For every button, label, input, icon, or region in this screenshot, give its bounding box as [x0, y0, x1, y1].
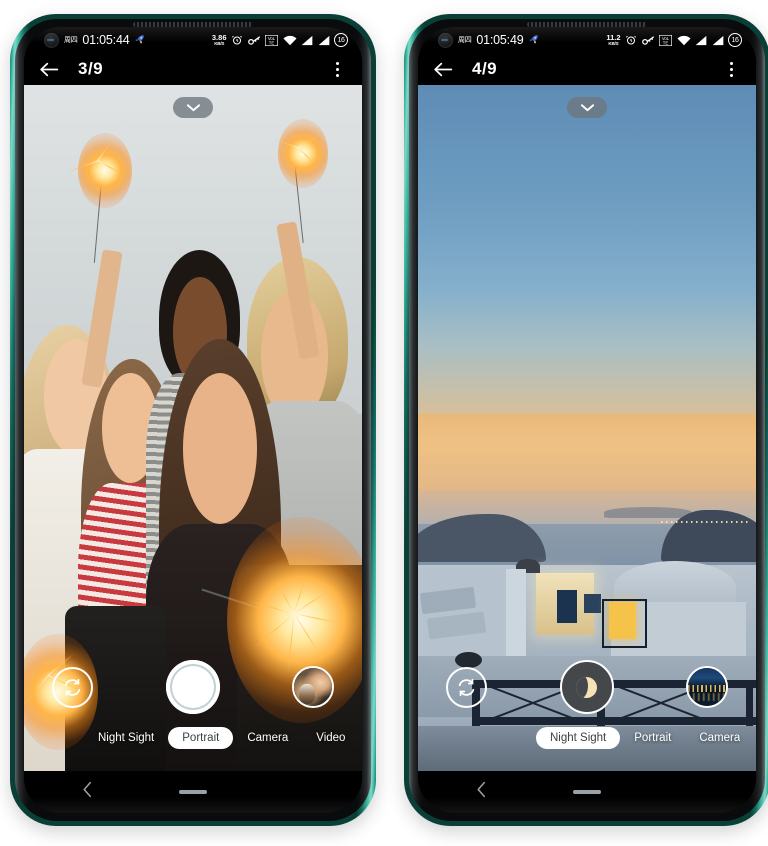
earpiece-speaker-icon	[133, 22, 253, 27]
shutter-button[interactable]	[559, 660, 614, 714]
back-arrow-icon[interactable]	[38, 58, 60, 80]
wifi-icon	[676, 35, 691, 45]
mode-tab-portrait[interactable]: Portrait	[620, 727, 685, 749]
phone-screen-right: 周四 01:05:49 11.2 KB/S VoL TE 16 4/9 Nigh…	[418, 27, 756, 813]
overflow-menu-icon[interactable]	[328, 59, 346, 79]
mode-tab-camera[interactable]: Camera	[685, 727, 754, 749]
phone-bezel-right: 周四 01:05:49 11.2 KB/S VoL TE 16 4/9 Nigh…	[409, 19, 765, 821]
viewfinder-left[interactable]: Night Sight Portrait Camera Video	[24, 85, 362, 771]
mode-tab-camera[interactable]: Camera	[233, 727, 302, 749]
key-icon	[247, 35, 260, 45]
expand-controls-button[interactable]	[173, 97, 213, 118]
signal-bars-icon	[712, 35, 723, 45]
signal-bars-icon	[301, 35, 313, 45]
front-camera-punch-hole-icon	[44, 32, 59, 48]
rocket-icon	[134, 34, 145, 47]
gallery-thumbnail-button[interactable]	[292, 666, 334, 708]
home-indicator[interactable]	[573, 790, 601, 794]
battery-indicator: 16	[334, 33, 348, 47]
svg-text:TE: TE	[663, 40, 669, 45]
viewfinder-right[interactable]: Night Sight Portrait Camera	[418, 85, 756, 771]
gallery-thumbnail-button[interactable]	[686, 666, 728, 708]
page-counter: 3/9	[78, 59, 104, 78]
signal-bars-icon	[318, 35, 329, 45]
status-bar-left: 周四 01:05:49	[438, 32, 539, 48]
navigation-bar	[418, 771, 756, 813]
status-day-label: 周四	[458, 37, 472, 44]
camera-mode-tabs-right: Night Sight Portrait Camera	[418, 727, 756, 749]
status-bar: 周四 01:05:44 3.86 KB/S VoL TE 16	[24, 27, 362, 53]
camera-controls-left: Night Sight Portrait Camera Video	[24, 643, 362, 771]
camera-controls-row	[24, 659, 362, 715]
moon-icon	[576, 676, 597, 698]
app-bar: 3/9	[24, 53, 362, 85]
wifi-icon	[282, 35, 297, 45]
chevron-down-icon	[580, 104, 594, 112]
shutter-button[interactable]	[165, 660, 220, 714]
screenshot-canvas: 周四 01:05:44 3.86 KB/S VoL TE 16 3/9 Nigh…	[0, 0, 768, 846]
overflow-menu-icon[interactable]	[722, 59, 740, 79]
phone-device-right: 周四 01:05:49 11.2 KB/S VoL TE 16 4/9 Nigh…	[404, 14, 768, 826]
navigation-bar	[24, 771, 362, 813]
status-day-label: 周四	[64, 37, 78, 44]
mode-tab-video[interactable]: Video	[302, 727, 359, 749]
expand-controls-button[interactable]	[567, 97, 607, 118]
camera-mode-tabs-left: Night Sight Portrait Camera Video	[24, 727, 362, 749]
network-speed-unit: KB/S	[214, 40, 225, 46]
alarm-clock-icon	[231, 35, 243, 45]
back-arrow-icon[interactable]	[432, 58, 454, 80]
chevron-down-icon	[186, 104, 200, 112]
nav-back-icon[interactable]	[82, 781, 93, 803]
home-indicator[interactable]	[179, 790, 207, 794]
network-speed-indicator: 11.2 KB/S	[606, 34, 620, 46]
status-bar: 周四 01:05:49 11.2 KB/S VoL TE 16	[418, 27, 756, 53]
page-counter: 4/9	[472, 59, 498, 78]
mode-tab-portrait[interactable]: Portrait	[168, 727, 234, 749]
switch-camera-icon[interactable]	[52, 666, 93, 708]
status-bar-right: 11.2 KB/S VoL TE 16	[606, 33, 742, 47]
rocket-icon	[528, 34, 539, 47]
phone-screen-left: 周四 01:05:44 3.86 KB/S VoL TE 16 3/9 Nigh…	[24, 27, 362, 813]
switch-camera-icon[interactable]	[446, 666, 487, 708]
app-bar: 4/9	[418, 53, 756, 85]
svg-text:TE: TE	[269, 40, 275, 45]
network-speed-indicator: 3.86 KB/S	[212, 34, 227, 46]
network-speed-unit: KB/S	[608, 40, 619, 46]
camera-controls-right: Night Sight Portrait Camera	[418, 643, 756, 771]
front-camera-punch-hole-icon	[438, 32, 453, 48]
phone-device-left: 周四 01:05:44 3.86 KB/S VoL TE 16 3/9 Nigh…	[10, 14, 376, 826]
status-clock: 01:05:44	[82, 33, 130, 47]
volte-icon: VoL TE	[659, 34, 672, 46]
nav-back-icon[interactable]	[476, 781, 487, 803]
status-bar-right: 3.86 KB/S VoL TE 16	[212, 33, 348, 47]
status-clock: 01:05:49	[476, 33, 524, 47]
mode-tab-night-sight[interactable]: Night Sight	[536, 727, 621, 749]
key-icon	[641, 35, 654, 45]
signal-bars-icon	[695, 35, 707, 45]
volte-icon: VoL TE	[265, 34, 278, 46]
phone-bezel-left: 周四 01:05:44 3.86 KB/S VoL TE 16 3/9 Nigh…	[15, 19, 371, 821]
status-bar-left: 周四 01:05:44	[44, 32, 145, 48]
mode-tab-night-sight[interactable]: Night Sight	[84, 727, 168, 749]
camera-controls-row	[418, 659, 756, 715]
alarm-clock-icon	[625, 35, 637, 45]
battery-indicator: 16	[728, 33, 742, 47]
earpiece-speaker-icon	[527, 22, 647, 27]
